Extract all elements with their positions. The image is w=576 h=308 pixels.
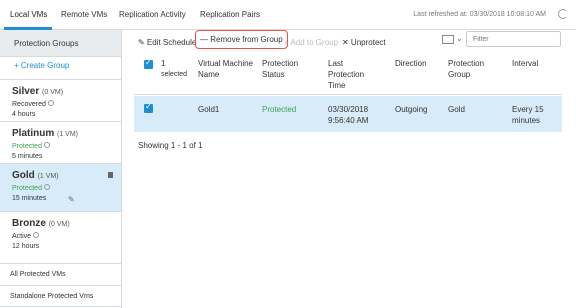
top-tab-bar: Local VMs Remote VMs Replication Activit… [0, 0, 576, 30]
group-item-silver[interactable]: Silver (0 VM) Recovered 4 hours [0, 79, 121, 121]
cell-last-protection-time: 03/30/2018 9:56:40 AM [328, 105, 369, 125]
selected-count: 1 selected [161, 59, 188, 78]
column-chooser-icon[interactable] [442, 35, 454, 44]
group-status: Recovered [12, 100, 54, 108]
cell-direction: Outgoing [395, 105, 428, 114]
cell-interval: Every 15 minutes [512, 105, 544, 125]
main-panel: ✎ Edit Schedule — Remove from Group + Ad… [122, 30, 576, 308]
chevron-down-icon[interactable]: ⌄ [456, 34, 463, 43]
last-refreshed-text: Last refreshed at: 03/30/2018 10:08:10 A… [413, 11, 546, 18]
table-row[interactable]: Gold1 Protected 03/30/2018 9:56:40 AM Ou… [134, 96, 562, 132]
add-to-group-button: + Add to Group [284, 38, 339, 47]
cell-protection-status: Protected [262, 105, 297, 114]
group-name: Silver (0 VM) [12, 86, 64, 97]
column-header-interval[interactable]: Interval [512, 58, 562, 69]
info-icon [43, 142, 50, 148]
group-interval: 4 hours [12, 111, 36, 118]
tab-remote-vms[interactable]: Remote VMs [61, 10, 107, 19]
column-header-vm-name[interactable]: Virtual Machine Name [198, 58, 258, 80]
cell-protection-group: Gold [448, 105, 465, 114]
edit-schedule-button[interactable]: ✎ Edit Schedule [138, 38, 196, 47]
all-protected-vms-link[interactable]: All Protected VMs [0, 263, 121, 285]
column-header-protection-status[interactable]: Protection Status [262, 58, 317, 80]
column-header-direction[interactable]: Direction [395, 58, 445, 69]
replication-app: Local VMs Remote VMs Replication Activit… [0, 0, 576, 308]
tab-replication-activity[interactable]: Replication Activity [119, 10, 186, 19]
protection-groups-header: Protection Groups [0, 30, 121, 57]
column-header-protection-group[interactable]: Protection Group [448, 58, 498, 80]
select-all-checkbox[interactable] [144, 58, 153, 69]
group-status: Active [12, 232, 40, 240]
group-item-bronze[interactable]: Bronze (0 VM) Active 12 hours [0, 211, 121, 257]
trash-icon[interactable] [108, 172, 113, 178]
group-name: Bronze (0 VM) [12, 218, 70, 229]
cell-vm-name: Gold1 [198, 105, 220, 114]
standalone-protected-vms-link[interactable]: Standalone Protected Vms [0, 285, 121, 307]
row-checkbox[interactable] [144, 102, 153, 113]
create-group-link[interactable]: + Create Group [14, 61, 69, 70]
group-item-gold[interactable]: Gold (1 VM) Protected 15 minutes ✎ [0, 163, 121, 211]
group-interval: 5 minutes [12, 153, 43, 160]
protection-groups-sidebar: Protection Groups + Create Group Silver … [0, 30, 122, 308]
tab-local-vms[interactable]: Local VMs [10, 10, 47, 19]
unprotect-button[interactable]: ✕ Unprotect [342, 38, 386, 47]
table-header: 1 selected Virtual Machine Name Protecti… [134, 52, 562, 95]
group-status: Protected [12, 142, 50, 150]
protection-groups-title: Protection Groups [14, 39, 79, 48]
group-name: Gold (1 VM) [12, 170, 59, 181]
group-name: Platinum (1 VM) [12, 128, 79, 139]
filter-field[interactable] [466, 31, 561, 47]
group-interval: 15 minutes [12, 195, 47, 202]
refresh-icon[interactable] [558, 9, 568, 19]
info-icon [47, 100, 54, 106]
group-status: Protected [12, 184, 50, 192]
group-item-platinum[interactable]: Platinum (1 VM) Protected 5 minutes [0, 121, 121, 163]
group-interval: 12 hours [12, 243, 40, 250]
tab-replication-pairs[interactable]: Replication Pairs [200, 10, 260, 19]
remove-from-group-button[interactable]: — Remove from Group [195, 30, 288, 49]
pagination-summary: Showing 1 - 1 of 1 [138, 141, 203, 150]
info-icon [33, 232, 40, 238]
filter-input[interactable] [467, 32, 560, 46]
edit-pencil-icon[interactable]: ✎ [68, 195, 75, 204]
info-icon [43, 184, 50, 190]
column-header-last-protection-time[interactable]: Last Protection Time [328, 58, 378, 91]
